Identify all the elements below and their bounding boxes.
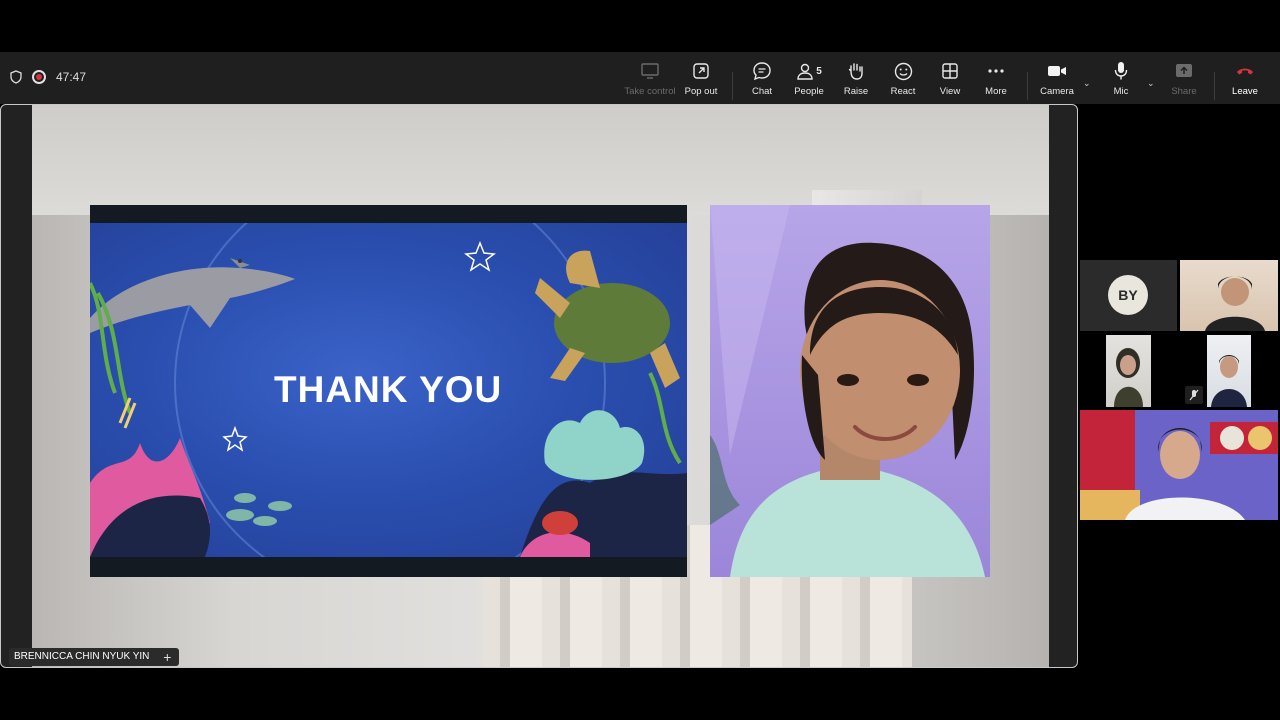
participant-video: [1211, 355, 1247, 407]
mic-label: Mic: [1113, 86, 1129, 97]
people-button[interactable]: 5 People: [782, 60, 836, 97]
take-control-icon: [641, 63, 659, 79]
camera-icon: [1048, 66, 1066, 76]
presenter-camera-feed: [710, 205, 990, 577]
raise-button[interactable]: Raise: [829, 60, 883, 97]
pin-plus-icon[interactable]: +: [163, 648, 171, 666]
hang-up-icon: [1237, 68, 1253, 75]
avatar: BY: [1108, 275, 1148, 315]
people-count: 5: [816, 65, 822, 77]
share-icon: [1176, 64, 1192, 77]
chat-button[interactable]: Chat: [735, 60, 789, 97]
pop-out-button[interactable]: Pop out: [674, 60, 728, 97]
toolbar-divider: [732, 72, 733, 100]
presenter-video: [710, 205, 985, 577]
participant-video-tile[interactable]: [1207, 335, 1251, 407]
participant-video: [1205, 276, 1265, 331]
chat-icon: [753, 62, 771, 81]
grid-view-icon: [942, 63, 958, 79]
participant-video: [1114, 348, 1143, 407]
presenter-name-tag[interactable]: BRENNICCA CHIN NYUK YIN +: [9, 648, 180, 666]
chat-label: Chat: [751, 86, 773, 97]
leave-label: Leave: [1232, 86, 1258, 97]
main-video-stage[interactable]: THANK YOU BRENNICCA CHIN NYUK YIN +: [0, 104, 1078, 668]
mic-options-chevron-icon[interactable]: ⌄: [1147, 78, 1155, 89]
more-button[interactable]: More: [969, 60, 1023, 97]
pop-out-icon: [693, 63, 709, 79]
leave-button[interactable]: Leave: [1218, 60, 1272, 97]
ocean-illustration: THANK YOU: [90, 223, 687, 557]
camera-button[interactable]: Camera: [1030, 60, 1084, 97]
mic-button[interactable]: Mic: [1094, 60, 1148, 97]
participant-video-tile[interactable]: [1080, 410, 1278, 520]
smiley-icon: [894, 62, 912, 80]
camera-label: Camera: [1040, 86, 1074, 97]
participant-video-tile[interactable]: [1106, 335, 1151, 407]
participant-video-tile[interactable]: [1180, 260, 1278, 331]
people-icon: [797, 63, 813, 80]
participant-video: [1080, 410, 1278, 520]
toolbar-divider: [1027, 72, 1028, 100]
camera-options-chevron-icon[interactable]: ⌄: [1083, 78, 1091, 89]
more-icon: [988, 69, 1004, 73]
toolbar-divider: [1214, 72, 1215, 100]
muted-mic-icon: [1185, 386, 1203, 404]
more-label: More: [985, 86, 1007, 97]
take-control-label: Take control: [624, 86, 676, 97]
share-button[interactable]: Share: [1157, 60, 1211, 97]
share-label: Share: [1171, 86, 1197, 97]
react-label: React: [890, 86, 916, 97]
raise-label: Raise: [843, 86, 869, 97]
raise-hand-icon: [848, 63, 863, 80]
people-label: People: [794, 86, 824, 97]
shared-slide: THANK YOU: [90, 205, 687, 577]
pop-out-label: Pop out: [684, 86, 718, 97]
meeting-toolbar: 47:47 Take control Pop out Chat 5 People…: [0, 52, 1280, 104]
top-letterbox: [0, 0, 1280, 52]
slide-title: THANK YOU: [274, 369, 503, 410]
bottom-letterbox: [0, 668, 1280, 720]
react-button[interactable]: React: [876, 60, 930, 97]
presenter-name: BRENNICCA CHIN NYUK YIN: [14, 651, 150, 662]
mic-icon: [1114, 62, 1128, 80]
take-control-button[interactable]: Take control: [623, 60, 677, 97]
